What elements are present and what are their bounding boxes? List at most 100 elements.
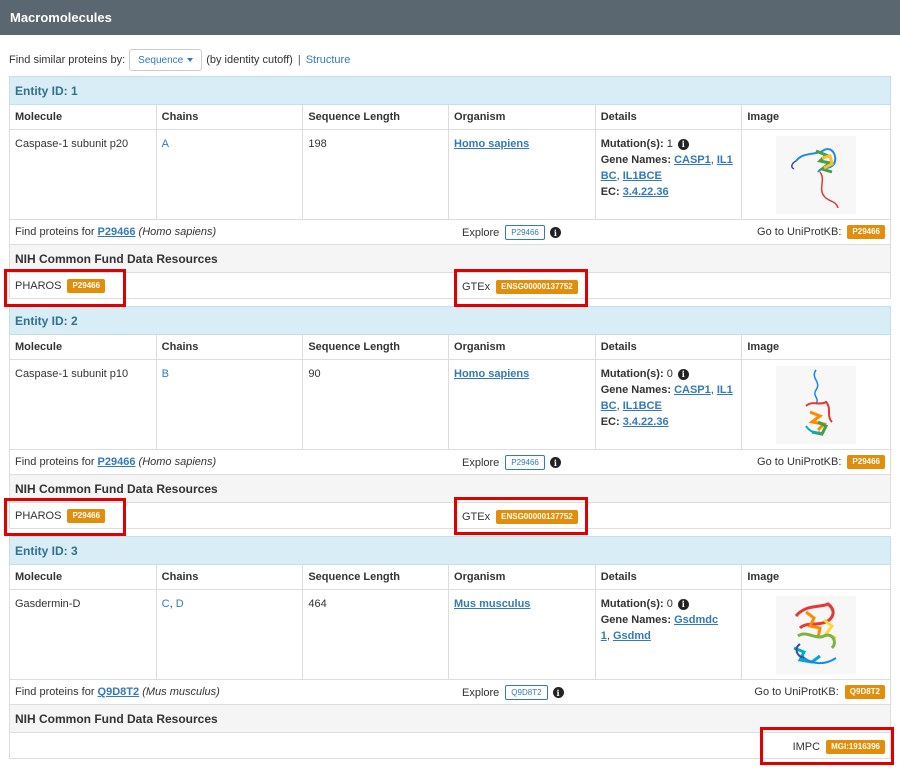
gene-link-casp1[interactable]: CASP1 bbox=[674, 154, 711, 166]
col-organism: Organism bbox=[449, 565, 596, 589]
info-icon[interactable]: i bbox=[677, 138, 689, 150]
separator: | bbox=[297, 54, 301, 66]
gene-names-label: Gene Names: bbox=[600, 384, 671, 396]
mutations-label: Mutation(s): bbox=[600, 138, 664, 150]
sequence-length: 198 bbox=[303, 130, 450, 219]
find-proteins-row: Find proteins for Q9D8T2 (Mus musculus) … bbox=[9, 680, 891, 705]
mutations-value: 0 bbox=[666, 598, 673, 610]
explore-label: Explore bbox=[462, 686, 500, 699]
details-cell: Mutation(s): 0i Gene Names: CASP1, IL1 B… bbox=[596, 360, 743, 449]
gene-link-il1bc[interactable]: IL1 bbox=[717, 154, 733, 166]
column-headers: Molecule Chains Sequence Length Organism… bbox=[9, 105, 891, 130]
image-cell bbox=[742, 360, 890, 449]
info-icon[interactable]: i bbox=[552, 687, 564, 698]
ec-link[interactable]: 3.4.22.36 bbox=[623, 186, 669, 198]
organism-link[interactable]: Mus musculus bbox=[454, 598, 530, 610]
gene-link-casp1[interactable]: CASP1 bbox=[674, 384, 711, 396]
explore-badge[interactable]: Q9D8T2 bbox=[505, 685, 548, 700]
chain-link[interactable]: A bbox=[162, 138, 169, 150]
uniprot-badge[interactable]: Q9D8T2 bbox=[844, 685, 885, 699]
highlight-box-pharos-2 bbox=[4, 498, 126, 536]
highlight-box-pharos-1 bbox=[4, 269, 126, 307]
col-molecule: Molecule bbox=[10, 565, 157, 589]
image-cell bbox=[742, 130, 890, 219]
gene-link-il1bce[interactable]: IL1BCE bbox=[623, 400, 662, 412]
info-icon[interactable]: i bbox=[677, 368, 689, 380]
nih-resources-row: PHAROS P29466 GTEx ENSG00000137752 bbox=[9, 503, 891, 529]
find-proteins-label: Find proteins for bbox=[15, 686, 95, 698]
table-row: Caspase-1 subunit p10 B 90 Homo sapiens … bbox=[9, 360, 891, 450]
nih-resources-row: PHAROS P29466 GTEx ENSG00000137752 bbox=[9, 273, 891, 299]
molecule-name: Caspase-1 subunit p10 bbox=[10, 360, 157, 449]
entity-2: Entity ID: 2 Molecule Chains Sequence Le… bbox=[9, 306, 891, 530]
organism-paren: (Mus musculus) bbox=[142, 686, 220, 698]
mutations-label: Mutation(s): bbox=[600, 598, 664, 610]
structure-link[interactable]: Structure bbox=[306, 54, 351, 66]
comma: , bbox=[710, 384, 714, 396]
gene-link-gsdmdc[interactable]: Gsdmdc bbox=[674, 614, 718, 626]
chain-link[interactable]: C bbox=[162, 598, 170, 610]
col-sequence-length: Sequence Length bbox=[303, 565, 450, 589]
explore-badge[interactable]: P29466 bbox=[505, 225, 545, 240]
info-icon[interactable]: i bbox=[549, 227, 561, 238]
info-icon[interactable]: i bbox=[549, 457, 561, 468]
find-similar-bar: Find similar proteins by: Sequence (by i… bbox=[9, 48, 350, 72]
protein-structure-image[interactable] bbox=[776, 596, 857, 674]
organism-paren: (Homo sapiens) bbox=[138, 226, 217, 238]
uniprot-badge[interactable]: P29466 bbox=[847, 225, 885, 239]
chain-link[interactable]: D bbox=[176, 598, 184, 610]
col-image: Image bbox=[747, 571, 780, 583]
entity-title: Entity ID: 3 bbox=[9, 536, 891, 565]
col-image: Image bbox=[747, 111, 780, 123]
table-row: Caspase-1 subunit p20 A 198 Homo sapiens… bbox=[9, 130, 891, 220]
identity-cutoff-text: (by identity cutoff) bbox=[206, 54, 293, 66]
col-molecule: Molecule bbox=[10, 335, 157, 359]
mutations-value: 0 bbox=[666, 368, 673, 380]
gene-link-il1bc[interactable]: IL1 bbox=[717, 384, 733, 396]
comma: , bbox=[606, 630, 610, 642]
go-uniprot-label: Go to UniProtKB: bbox=[757, 456, 842, 468]
col-molecule: Molecule bbox=[10, 105, 157, 129]
image-cell bbox=[742, 590, 890, 679]
col-organism: Organism bbox=[449, 105, 596, 129]
highlight-box-gtex-1 bbox=[454, 269, 588, 307]
protein-structure-image[interactable] bbox=[776, 366, 857, 444]
col-sequence-length: Sequence Length bbox=[303, 105, 450, 129]
sequence-length: 90 bbox=[303, 360, 450, 449]
organism-link[interactable]: Homo sapiens bbox=[454, 368, 529, 380]
find-proteins-label: Find proteins for bbox=[15, 226, 95, 238]
organism-link[interactable]: Homo sapiens bbox=[454, 138, 529, 150]
find-proteins-label: Find proteins for bbox=[15, 456, 95, 468]
col-chains: Chains bbox=[157, 335, 304, 359]
explore-badge[interactable]: P29466 bbox=[505, 455, 545, 470]
sequence-dropdown[interactable]: Sequence bbox=[129, 49, 203, 71]
chain-link[interactable]: B bbox=[162, 368, 169, 380]
explore-label: Explore bbox=[462, 226, 500, 239]
entity-title: Entity ID: 1 bbox=[9, 76, 891, 105]
highlight-box-impc bbox=[760, 727, 894, 765]
col-image: Image bbox=[747, 341, 780, 353]
ec-link[interactable]: 3.4.22.36 bbox=[623, 416, 669, 428]
comma: , bbox=[710, 154, 714, 166]
chevron-down-icon bbox=[187, 58, 194, 62]
find-proteins-row: Find proteins for P29466 (Homo sapiens) … bbox=[9, 220, 891, 245]
col-chains: Chains bbox=[157, 565, 304, 589]
molecule-name: Caspase-1 subunit p20 bbox=[10, 130, 157, 219]
gene-link-il1bc-cont[interactable]: BC bbox=[601, 400, 617, 412]
uniprot-find-link[interactable]: P29466 bbox=[98, 456, 136, 468]
col-details: Details bbox=[596, 105, 743, 129]
col-chains: Chains bbox=[157, 105, 304, 129]
comma: , bbox=[169, 598, 173, 610]
info-icon[interactable]: i bbox=[677, 598, 689, 610]
molecule-name: Gasdermin-D bbox=[10, 590, 157, 679]
uniprot-find-link[interactable]: P29466 bbox=[98, 226, 136, 238]
mutations-label: Mutation(s): bbox=[600, 368, 664, 380]
uniprot-find-link[interactable]: Q9D8T2 bbox=[98, 686, 140, 698]
gene-link-il1bc-cont[interactable]: BC bbox=[601, 170, 617, 182]
nih-resources-heading: NIH Common Fund Data Resources bbox=[9, 705, 891, 733]
protein-structure-image[interactable] bbox=[776, 136, 857, 214]
gene-link-il1bce[interactable]: IL1BCE bbox=[623, 170, 662, 182]
gene-link-gsdmd[interactable]: Gsdmd bbox=[613, 630, 651, 642]
uniprot-badge[interactable]: P29466 bbox=[847, 455, 885, 469]
col-organism: Organism bbox=[449, 335, 596, 359]
